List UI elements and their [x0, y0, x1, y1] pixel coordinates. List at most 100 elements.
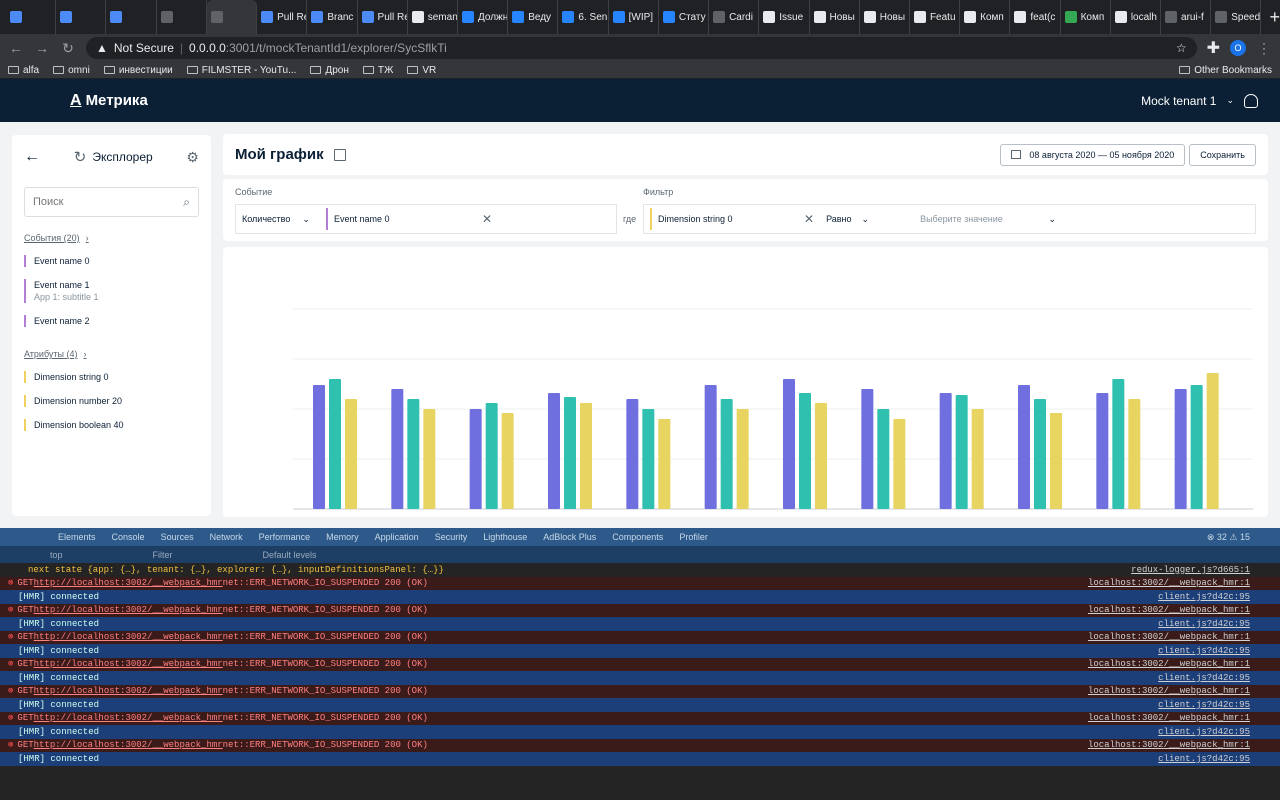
aggregation-select[interactable]: Количество ⌄ — [236, 214, 326, 225]
devtools-tab[interactable]: Security — [435, 532, 468, 542]
chart-bar[interactable] — [1206, 373, 1219, 509]
browser-tab[interactable] — [6, 0, 57, 34]
chart-bar[interactable] — [658, 419, 671, 509]
browser-tab[interactable] — [56, 0, 107, 34]
chart-bar[interactable] — [736, 409, 749, 509]
events-link[interactable]: События (20) › — [24, 233, 199, 243]
log-source-link[interactable]: client.js?d42c:95 — [1158, 619, 1250, 629]
back-arrow-icon[interactable]: ← — [24, 148, 40, 166]
chart-bar[interactable] — [955, 395, 968, 509]
back-icon[interactable]: ← — [8, 40, 24, 56]
browser-tab[interactable]: Featu — [910, 0, 961, 34]
browser-tab[interactable]: localh — [1111, 0, 1162, 34]
devtools-tab[interactable]: Elements — [58, 532, 96, 542]
browser-tab[interactable]: seman — [408, 0, 458, 34]
log-source-link[interactable]: localhost:3002/__webpack_hmr:1 — [1088, 605, 1250, 615]
log-source-link[interactable]: client.js?d42c:95 — [1158, 727, 1250, 737]
log-source-link[interactable]: localhost:3002/__webpack_hmr:1 — [1088, 578, 1250, 588]
error-url[interactable]: http://localhost:3002/__webpack_hmr — [34, 659, 223, 669]
chart-bar[interactable] — [1112, 379, 1125, 509]
star-icon[interactable]: ☆ — [1176, 41, 1187, 55]
console-toolbar-item[interactable]: Default levels — [263, 550, 317, 560]
browser-tab[interactable]: Pull Re — [358, 0, 408, 34]
log-source-link[interactable]: client.js?d42c:95 — [1158, 646, 1250, 656]
log-source-link[interactable]: redux-logger.js?d665:1 — [1131, 565, 1250, 575]
log-source-link[interactable]: client.js?d42c:95 — [1158, 673, 1250, 683]
bookmark-item[interactable]: ТЖ — [362, 65, 393, 76]
browser-tab[interactable]: feat(c — [1010, 0, 1061, 34]
chart-bar[interactable] — [564, 397, 576, 509]
address-bar[interactable]: ▲ Not Secure | 0.0.0.0:3001/t/mockTenant… — [86, 37, 1197, 59]
value-select[interactable]: Выберите значение ⌄ — [920, 214, 1056, 225]
new-tab-button[interactable]: + — [1269, 7, 1280, 28]
error-url[interactable]: http://localhost:3002/__webpack_hmr — [34, 713, 223, 723]
bookmark-item[interactable]: VR — [407, 65, 436, 76]
error-url[interactable]: http://localhost:3002/__webpack_hmr — [34, 605, 223, 615]
chart-bar[interactable] — [815, 403, 827, 509]
browser-tab[interactable]: Комп — [960, 0, 1011, 34]
bookmark-item[interactable]: FILMSTER - YouTu... — [186, 65, 296, 76]
search-icon[interactable]: ⌕ — [183, 195, 190, 210]
chart-bar[interactable] — [626, 399, 639, 509]
error-url[interactable]: http://localhost:3002/__webpack_hmr — [34, 740, 223, 750]
clear-event-icon[interactable]: ✕ — [482, 212, 492, 226]
log-source-link[interactable]: client.js?d42c:95 — [1158, 754, 1250, 764]
chart-bar[interactable] — [1190, 385, 1203, 509]
chart-bar[interactable] — [799, 393, 811, 509]
chart-bar[interactable] — [501, 413, 514, 509]
sidebar-attribute-item[interactable]: Dimension number 20 — [24, 395, 199, 407]
log-source-link[interactable]: localhost:3002/__webpack_hmr:1 — [1088, 659, 1250, 669]
date-range-picker[interactable]: 08 августа 2020 — 05 ноября 2020 — [1000, 143, 1186, 166]
sidebar-event-item[interactable]: Event name 0 — [24, 255, 199, 267]
chart-bar[interactable] — [877, 409, 890, 509]
chart-bar[interactable] — [580, 403, 592, 509]
devtools-tab[interactable]: Application — [375, 532, 419, 542]
chart-bar[interactable] — [939, 393, 952, 509]
devtools-tab[interactable]: Console — [112, 532, 145, 542]
extensions-icon[interactable]: ✚ — [1207, 38, 1220, 58]
sidebar-attribute-item[interactable]: Dimension string 0 — [24, 371, 199, 383]
chart-bar[interactable] — [329, 379, 341, 509]
issue-counts[interactable]: ⊗ 32 ⚠ 15 — [1207, 532, 1250, 543]
browser-tab[interactable] — [106, 0, 157, 34]
devtools-tab[interactable]: Network — [210, 532, 243, 542]
save-button[interactable]: Сохранить — [1189, 143, 1256, 166]
edit-icon[interactable] — [333, 148, 346, 161]
profile-avatar[interactable]: O — [1230, 40, 1246, 56]
devtools-tab[interactable]: Lighthouse — [483, 532, 527, 542]
chart-bar[interactable] — [783, 379, 795, 509]
browser-tab[interactable]: [WIP] — [609, 0, 659, 34]
chart-bar[interactable] — [1174, 389, 1187, 509]
sidebar-attribute-item[interactable]: Dimension boolean 40 — [24, 419, 199, 431]
attributes-link[interactable]: Атрибуты (4) › — [24, 349, 199, 359]
log-source-link[interactable]: client.js?d42c:95 — [1158, 592, 1250, 602]
settings-sliders-icon[interactable]: ⚙ — [186, 149, 199, 166]
chart-bar[interactable] — [1128, 399, 1141, 509]
sidebar-event-item[interactable]: Event name 1 App 1: subtitle 1 — [24, 279, 199, 303]
error-url[interactable]: http://localhost:3002/__webpack_hmr — [34, 578, 223, 588]
devtools-tab[interactable]: Memory — [326, 532, 359, 542]
log-source-link[interactable]: localhost:3002/__webpack_hmr:1 — [1088, 713, 1250, 723]
chart-bar[interactable] — [971, 409, 984, 509]
bookmark-item[interactable]: alfa — [8, 65, 39, 76]
chart-bar[interactable] — [720, 399, 733, 509]
devtools-tab[interactable]: Performance — [259, 532, 311, 542]
sidebar-event-item[interactable]: Event name 2 — [24, 315, 199, 327]
chart-bar[interactable] — [1034, 399, 1046, 509]
user-icon[interactable] — [1244, 93, 1258, 108]
chart-bar[interactable] — [485, 403, 498, 509]
search-field[interactable]: ⌕ — [24, 187, 199, 217]
console-toolbar-item[interactable]: top — [50, 550, 63, 560]
chart-bar[interactable] — [1018, 385, 1030, 509]
operator-select[interactable]: Равно ⌄ — [826, 214, 920, 225]
log-source-link[interactable]: localhost:3002/__webpack_hmr:1 — [1088, 686, 1250, 696]
devtools-tab[interactable]: Components — [612, 532, 663, 542]
event-value[interactable]: Event name 0 — [334, 214, 482, 224]
chart-bar[interactable] — [1096, 393, 1109, 509]
chart-bar[interactable] — [642, 409, 655, 509]
chart-bar[interactable] — [893, 419, 906, 509]
bookmark-item[interactable]: инвестиции — [103, 65, 173, 76]
chart-bar[interactable] — [861, 389, 874, 509]
error-url[interactable]: http://localhost:3002/__webpack_hmr — [34, 632, 223, 642]
chart-bar[interactable] — [704, 385, 717, 509]
